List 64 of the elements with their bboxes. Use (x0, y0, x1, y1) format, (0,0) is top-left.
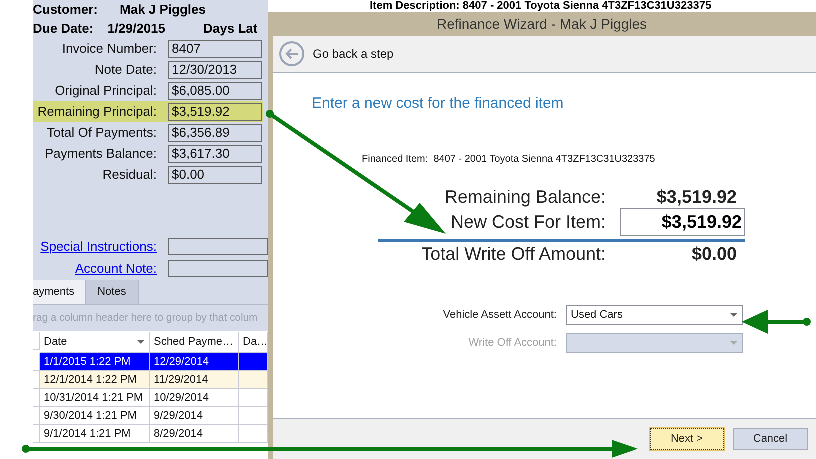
field-label: Note Date: (94, 62, 157, 77)
table-cell: 10/29/2014 (150, 389, 239, 407)
link[interactable]: Special Instructions: (33, 238, 157, 254)
account-label: Write Off Account: (468, 337, 557, 349)
field-label: Original Principal: (54, 83, 157, 98)
table-cell: 8/29/2014 (150, 425, 239, 443)
table-cell (239, 353, 268, 371)
field-label: Payments Balance: (44, 146, 157, 161)
column-header[interactable]: Da… (239, 332, 268, 353)
field-label: Total Of Payments: (46, 125, 157, 140)
customer-label: Customer: (33, 2, 98, 17)
annotation-arrow (742, 310, 811, 334)
table-cell (239, 425, 268, 443)
value-field[interactable]: $3,519.92 (168, 102, 262, 120)
field-label: Remaining Principal: (36, 104, 157, 119)
days-late-label: Days Lat (204, 21, 258, 36)
due-date: 1/29/2015 (108, 21, 166, 36)
summary-label: Remaining Balance: (444, 187, 606, 208)
due-date-label: Due Date: (33, 21, 94, 36)
cancel-button[interactable]: Cancel (733, 428, 808, 450)
back-link[interactable]: Go back a step (313, 47, 394, 61)
item-description: Item Description: 8407 - 2001 Toyota Sienna 4T3ZF13C31U323375 (370, 0, 712, 12)
table-cell: 11/29/2014 (150, 371, 239, 389)
table-cell: 1/1/2015 1:22 PM (40, 353, 150, 371)
amount-value: $3,519.92 (656, 187, 738, 208)
value-field[interactable]: $6,356.89 (168, 124, 262, 142)
amount-value: $0.00 (690, 244, 738, 265)
step-heading: Enter a new cost for the financed item (312, 95, 565, 112)
tab[interactable]: ayments (33, 280, 86, 304)
caret-icon (730, 341, 738, 345)
table-cell (239, 389, 268, 407)
text-field[interactable] (168, 238, 268, 254)
value-field[interactable]: $0.00 (168, 166, 262, 184)
value-field[interactable]: 12/30/2013 (168, 60, 262, 78)
table-cell (239, 407, 268, 425)
caret-icon (137, 340, 145, 344)
window-title: Refinance Wizard - Mak J Piggles (436, 15, 648, 34)
field-label: Invoice Number: (61, 41, 157, 56)
table-cell: 10/31/2014 1:21 PM (40, 389, 150, 407)
account-label: Vehicle Assett Account: (442, 309, 557, 321)
column-header[interactable]: Date (40, 332, 150, 353)
financed-item-text: Financed Item: 8407 - 2001 Toyota Sienna 4T3ZF13C31U323375 (362, 154, 656, 165)
value-field[interactable]: 8407 (168, 40, 262, 58)
summary-label: Total Write Off Amount: (420, 244, 606, 265)
tab[interactable]: Notes (86, 280, 140, 304)
table-cell: 12/1/2014 1:22 PM (40, 371, 150, 389)
table-cell: 9/30/2014 1:21 PM (40, 407, 150, 425)
row-indicator-cell (33, 332, 40, 350)
table-cell (239, 371, 268, 389)
caret-icon (730, 313, 738, 317)
account-dropdown[interactable]: Used Cars (566, 305, 743, 325)
field-label: Residual: (102, 167, 157, 182)
cost-input[interactable]: $3,519.92 (620, 208, 745, 236)
link[interactable]: Account Note: (33, 260, 157, 276)
customer-name: Mak J Piggles (120, 2, 206, 17)
value-field[interactable]: $3,617.30 (168, 144, 262, 162)
summary-label: New Cost For Item: (450, 212, 606, 232)
table-cell: 12/29/2014 (150, 353, 239, 371)
table-cell: 9/29/2014 (150, 407, 239, 425)
table-cell: 9/1/2014 1:21 PM (40, 425, 150, 443)
value-field[interactable]: $6,085.00 (168, 82, 262, 100)
next-button[interactable]: Next > (650, 428, 724, 450)
column-header[interactable]: Sched Payme… (150, 332, 239, 353)
text-field[interactable] (168, 260, 268, 276)
